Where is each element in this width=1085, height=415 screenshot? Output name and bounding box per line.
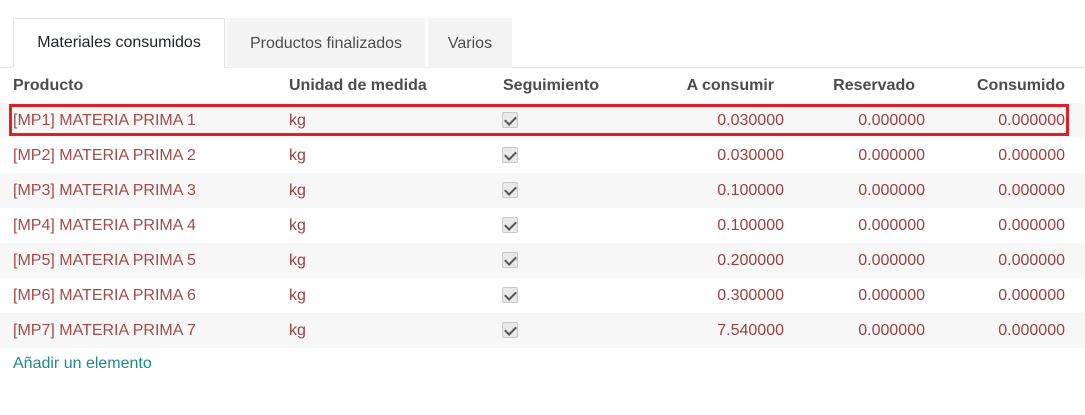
- table-body: [MP1] MATERIA PRIMA 1 kg 0.030000 0.0000…: [0, 103, 1085, 348]
- row-product[interactable]: [MP2] MATERIA PRIMA 2: [13, 138, 196, 173]
- tracking-checkbox[interactable]: [502, 112, 518, 128]
- add-line-link[interactable]: Añadir un elemento: [13, 355, 152, 373]
- row-consumed[interactable]: 0.000000: [998, 243, 1065, 278]
- tracking-checkbox[interactable]: [502, 182, 518, 198]
- row-product[interactable]: [MP7] MATERIA PRIMA 7: [13, 313, 196, 348]
- tracking-checkbox[interactable]: [502, 147, 518, 163]
- tracking-checkbox[interactable]: [502, 322, 518, 338]
- row-reserved: 0.000000: [858, 147, 925, 164]
- row-consumed[interactable]: 0.000000: [998, 208, 1065, 243]
- row-consumed[interactable]: 0.000000: [998, 103, 1065, 138]
- column-header-to-consume[interactable]: A consumir: [687, 68, 774, 103]
- row-uom: kg: [289, 147, 306, 164]
- table-row[interactable]: [MP7] MATERIA PRIMA 7 kg 7.540000 0.0000…: [0, 313, 1085, 348]
- row-reserved: 0.000000: [858, 217, 925, 234]
- row-reserved: 0.000000: [858, 112, 925, 129]
- row-product[interactable]: [MP4] MATERIA PRIMA 4: [13, 208, 196, 243]
- tab-materiales-consumidos[interactable]: Materiales consumidos: [13, 18, 225, 68]
- row-consumed[interactable]: 0.000000: [998, 313, 1065, 348]
- row-reserved: 0.000000: [858, 252, 925, 269]
- row-product[interactable]: [MP3] MATERIA PRIMA 3: [13, 173, 196, 208]
- row-consumed[interactable]: 0.000000: [998, 173, 1065, 208]
- table-row[interactable]: [MP6] MATERIA PRIMA 6 kg 0.300000 0.0000…: [0, 278, 1085, 313]
- row-uom: kg: [289, 217, 306, 234]
- row-to-consume[interactable]: 0.100000: [717, 208, 784, 243]
- tab-productos-finalizados[interactable]: Productos finalizados: [227, 18, 425, 68]
- row-consumed[interactable]: 0.000000: [998, 138, 1065, 173]
- column-header-product[interactable]: Producto: [13, 68, 83, 103]
- row-uom: kg: [289, 112, 306, 129]
- tab-varios[interactable]: Varios: [428, 18, 512, 68]
- row-to-consume[interactable]: 0.100000: [717, 173, 784, 208]
- column-header-reserved[interactable]: Reservado: [833, 68, 915, 103]
- row-uom: kg: [289, 287, 306, 304]
- row-reserved: 0.000000: [858, 322, 925, 339]
- column-header-consumed[interactable]: Consumido: [977, 68, 1065, 103]
- notebook-tabs: Materiales consumidos Productos finaliza…: [0, 18, 1085, 68]
- row-uom: kg: [289, 322, 306, 339]
- table-header: Producto Unidad de medida Seguimiento A …: [0, 68, 1085, 104]
- row-reserved: 0.000000: [858, 287, 925, 304]
- table-row[interactable]: [MP5] MATERIA PRIMA 5 kg 0.200000 0.0000…: [0, 243, 1085, 278]
- tracking-checkbox[interactable]: [502, 252, 518, 268]
- table-row[interactable]: [MP1] MATERIA PRIMA 1 kg 0.030000 0.0000…: [0, 103, 1085, 138]
- table-row[interactable]: [MP2] MATERIA PRIMA 2 kg 0.030000 0.0000…: [0, 138, 1085, 173]
- row-to-consume[interactable]: 0.200000: [717, 243, 784, 278]
- row-to-consume[interactable]: 0.030000: [717, 103, 784, 138]
- row-to-consume[interactable]: 7.540000: [717, 313, 784, 348]
- table-row[interactable]: [MP3] MATERIA PRIMA 3 kg 0.100000 0.0000…: [0, 173, 1085, 208]
- row-product[interactable]: [MP5] MATERIA PRIMA 5: [13, 243, 196, 278]
- row-product[interactable]: [MP1] MATERIA PRIMA 1: [13, 103, 196, 138]
- row-reserved: 0.000000: [858, 182, 925, 199]
- tracking-checkbox[interactable]: [502, 287, 518, 303]
- row-to-consume[interactable]: 0.300000: [717, 278, 784, 313]
- tracking-checkbox[interactable]: [502, 217, 518, 233]
- row-uom: kg: [289, 182, 306, 199]
- row-to-consume[interactable]: 0.030000: [717, 138, 784, 173]
- row-consumed[interactable]: 0.000000: [998, 278, 1065, 313]
- column-header-uom[interactable]: Unidad de medida: [289, 68, 427, 103]
- row-product[interactable]: [MP6] MATERIA PRIMA 6: [13, 278, 196, 313]
- table-row[interactable]: [MP4] MATERIA PRIMA 4 kg 0.100000 0.0000…: [0, 208, 1085, 243]
- column-header-tracking[interactable]: Seguimiento: [503, 68, 599, 103]
- row-uom: kg: [289, 252, 306, 269]
